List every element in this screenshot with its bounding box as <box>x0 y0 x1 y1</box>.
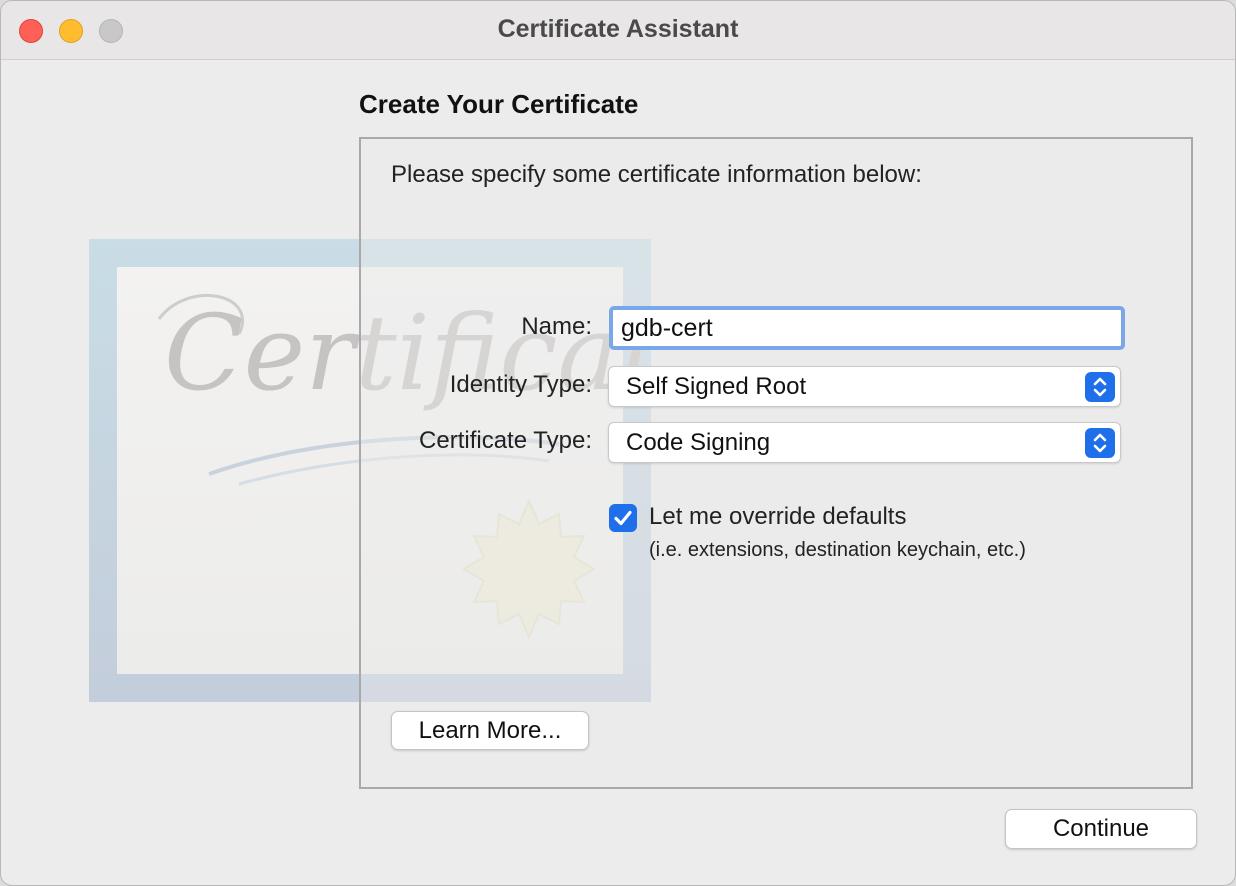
window-title: Certificate Assistant <box>497 15 739 43</box>
page-heading: Create Your Certificate <box>359 89 639 119</box>
name-input[interactable] <box>609 306 1125 350</box>
identity-type-label: Identity Type: <box>449 371 592 398</box>
instructions-text: Please specify some certificate informat… <box>391 161 922 188</box>
certificate-type-popup[interactable]: Code Signing <box>608 422 1121 463</box>
chevron-up-down-icon <box>1085 428 1115 458</box>
override-defaults-label[interactable]: Let me override defaults <box>649 503 906 531</box>
certificate-type-label: Certificate Type: <box>419 427 592 454</box>
override-defaults-sublabel: (i.e. extensions, destination keychain, … <box>649 539 1026 561</box>
certificate-type-value: Code Signing <box>626 429 771 456</box>
continue-button[interactable]: Continue <box>1005 809 1197 849</box>
certificate-assistant-window: Certificate Assistant Create Your Certif… <box>0 0 1236 886</box>
override-defaults-checkbox[interactable] <box>609 504 637 532</box>
identity-type-popup[interactable]: Self Signed Root <box>608 366 1121 407</box>
checkmark-icon <box>614 510 632 526</box>
identity-type-value: Self Signed Root <box>626 373 807 400</box>
learn-more-button[interactable]: Learn More... <box>391 711 589 750</box>
name-label: Name: <box>521 313 592 340</box>
chevron-up-down-icon <box>1085 372 1115 402</box>
form-panel <box>359 137 1193 789</box>
title-bar: Certificate Assistant <box>1 1 1235 60</box>
